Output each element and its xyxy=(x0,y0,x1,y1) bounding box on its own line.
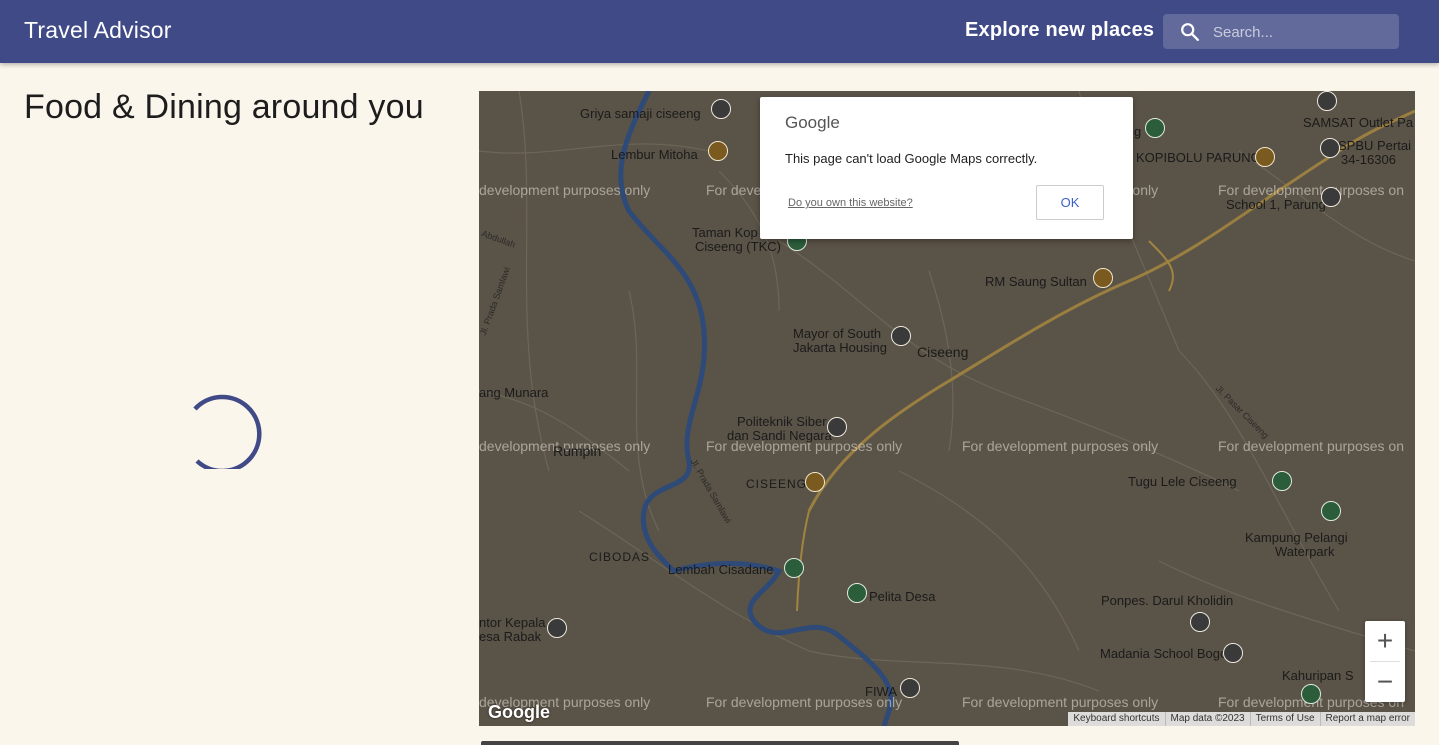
watermark: For development purposes only xyxy=(962,438,1159,454)
place-pin-icon[interactable] xyxy=(1317,91,1337,111)
error-message: This page can't load Google Maps correct… xyxy=(785,151,1038,166)
place-pin-icon[interactable] xyxy=(1223,643,1243,663)
maps-error-dialog: Google This page can't load Google Maps … xyxy=(760,97,1133,239)
map-label: esa Rabak xyxy=(479,629,542,644)
zoom-in-button[interactable]: + xyxy=(1365,621,1405,661)
search-icon xyxy=(1181,23,1199,41)
map-label: Ciseeng xyxy=(917,344,969,360)
map-label: ntor Kepala xyxy=(479,615,546,630)
map-label: Jakarta Housing xyxy=(793,340,887,355)
map-label: Griya samaji ciseeng xyxy=(580,106,701,121)
map-label: g xyxy=(1134,124,1142,139)
map-label: ang Munara xyxy=(479,385,549,400)
map-label: Ponpes. Darul Kholidin xyxy=(1101,593,1234,608)
map-label: School 1, Parung xyxy=(1226,197,1326,212)
ok-button[interactable]: OK xyxy=(1036,185,1104,220)
map-label: Pelita Desa xyxy=(869,589,936,604)
watermark: For development purposes on xyxy=(1218,182,1404,198)
restaurant-pin-icon[interactable] xyxy=(1093,268,1113,288)
map-label: Lembah Cisadane xyxy=(668,562,774,577)
map-label: CIBODAS xyxy=(589,550,651,564)
zoom-out-button[interactable]: − xyxy=(1365,662,1405,702)
search-input[interactable] xyxy=(1211,14,1395,51)
google-logo: Google xyxy=(488,702,550,722)
app-bar: Travel Advisor Explore new places xyxy=(0,0,1439,63)
map-label: Kampung Pelangi xyxy=(1245,530,1348,545)
map-attribution: Keyboard shortcuts Map data ©2023 Terms … xyxy=(1068,712,1415,726)
place-pin-icon[interactable] xyxy=(827,417,847,437)
park-pin-icon[interactable] xyxy=(784,558,804,578)
map-label: SPBU Pertai xyxy=(1338,138,1411,153)
map-label: SAMSAT Outlet Pa xyxy=(1303,115,1414,130)
watermark: For development purposes only xyxy=(962,694,1159,710)
map-label: Tugu Lele Ciseeng xyxy=(1128,474,1237,489)
place-pin-icon[interactable] xyxy=(891,326,911,346)
park-pin-icon[interactable] xyxy=(1145,118,1165,138)
place-pin-icon[interactable] xyxy=(1320,138,1340,158)
map-label: FIWA xyxy=(865,684,898,699)
google-logo: Google xyxy=(785,113,840,132)
map-data-label: Map data ©2023 xyxy=(1164,712,1250,726)
place-pin-icon[interactable] xyxy=(900,678,920,698)
restaurant-pin-icon[interactable] xyxy=(805,472,825,492)
map-label: Politeknik Siber xyxy=(737,414,827,429)
watermark: development purposes only xyxy=(479,182,651,198)
place-pin-icon[interactable] xyxy=(711,99,731,119)
park-pin-icon[interactable] xyxy=(1301,684,1321,704)
map-label: Waterpark xyxy=(1275,544,1335,559)
map-label: Mayor of South xyxy=(793,326,882,341)
terms-link[interactable]: Terms of Use xyxy=(1249,712,1320,726)
own-website-link[interactable]: Do you own this website? xyxy=(788,197,913,209)
restaurant-pin-icon[interactable] xyxy=(708,141,728,161)
park-pin-icon[interactable] xyxy=(847,583,867,603)
map-label: CISEENG xyxy=(746,477,808,491)
map-label: Rumpin xyxy=(553,443,602,459)
map-label: RM Saung Sultan xyxy=(985,274,1087,289)
app-title: Travel Advisor xyxy=(24,17,172,43)
spinner-icon xyxy=(193,394,262,469)
map-label: Taman Kop xyxy=(692,225,758,240)
map-label: 34-16306 xyxy=(1341,152,1396,167)
map-label: Madania School Bogor xyxy=(1100,646,1232,661)
map-label: Ciseeng (TKC) xyxy=(695,239,781,254)
map-label: dan Sandi Negara xyxy=(727,428,832,443)
explore-label: Explore new places xyxy=(965,19,1155,41)
park-pin-icon[interactable] xyxy=(1321,501,1341,521)
park-pin-icon[interactable] xyxy=(1272,471,1292,491)
map-label: Lembur Mitoha xyxy=(611,147,698,162)
zoom-control: + − xyxy=(1365,621,1405,702)
page-title: Food & Dining around you xyxy=(24,88,424,126)
map-label: Kahuripan S xyxy=(1282,668,1354,683)
place-pin-icon[interactable] xyxy=(547,618,567,638)
watermark: For development purposes on xyxy=(1218,438,1404,454)
report-error-link[interactable]: Report a map error xyxy=(1319,712,1415,726)
keyboard-shortcuts-link[interactable]: Keyboard shortcuts xyxy=(1068,712,1164,726)
bottom-scroll-edge xyxy=(481,741,959,745)
search-box[interactable] xyxy=(1163,14,1399,51)
restaurant-pin-icon[interactable] xyxy=(1255,147,1275,167)
place-pin-icon[interactable] xyxy=(1190,612,1210,632)
map-label: KOPIBOLU PARUNG xyxy=(1136,150,1261,165)
place-pin-icon[interactable] xyxy=(1321,187,1341,207)
map-view[interactable]: development purposes only For developmen… xyxy=(479,91,1415,726)
